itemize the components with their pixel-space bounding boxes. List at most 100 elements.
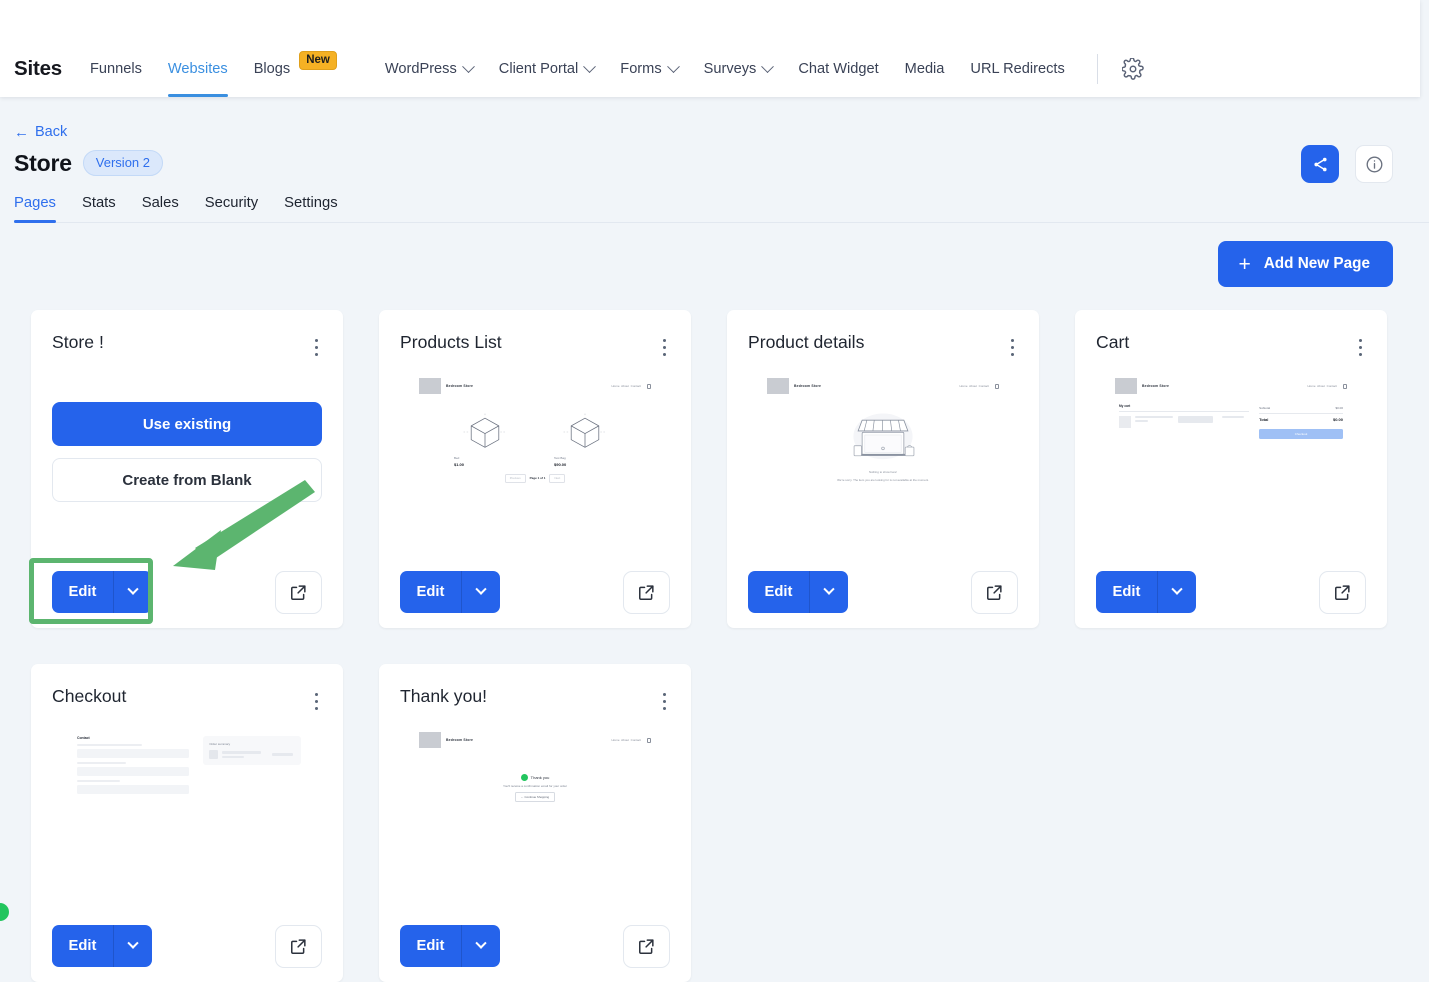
page-thumbnail[interactable]: Bedroom Store Home About Contact Thank y… [379, 726, 691, 906]
page-title: Store [14, 149, 72, 176]
nav-item-blogs[interactable]: Blogs New [254, 41, 337, 97]
thumb-cart: Bedroom Store Home About Contact My cart [1107, 372, 1355, 439]
thumb-empty-state: Nothing to show here! We're sorry. The i… [759, 408, 1007, 483]
edit-button-label: Edit [416, 938, 445, 954]
thumb-site-header: Bedroom Store Home About Contact [411, 372, 659, 394]
nav-item-surveys[interactable]: Surveys [704, 41, 775, 97]
edit-button[interactable]: Edit [748, 571, 809, 613]
kebab-menu-icon[interactable] [1007, 332, 1018, 363]
thumb-product-price: $1.00 [454, 461, 465, 467]
nav-item-forms[interactable]: Forms [620, 41, 680, 97]
edit-dropdown-toggle[interactable] [114, 571, 152, 613]
card-footer: Edit [31, 556, 343, 628]
tab-pages[interactable]: Pages [14, 195, 56, 223]
plus-icon: + [1238, 252, 1251, 276]
edit-dropdown-toggle[interactable] [462, 571, 500, 613]
edit-button[interactable]: Edit [52, 925, 113, 967]
open-page-button[interactable] [623, 570, 670, 614]
edit-button-label: Edit [1112, 584, 1141, 600]
card-header: Cart [1075, 310, 1387, 363]
open-page-button[interactable] [275, 924, 322, 968]
tab-stats[interactable]: Stats [82, 195, 116, 222]
chevron-down-icon [666, 59, 680, 73]
edit-dropdown-toggle[interactable] [1158, 571, 1196, 613]
create-from-blank-button[interactable]: Create from Blank [52, 458, 322, 502]
thumb-order-item-image [209, 750, 219, 759]
thumb-order-box: Order summary [203, 736, 301, 765]
nav-item-label: WordPress [384, 61, 457, 77]
thumb-summary-value: $0.00 [1335, 406, 1343, 410]
page-thumbnail[interactable]: Contact Order summary [31, 726, 343, 906]
new-badge: New [299, 50, 337, 70]
thumb-nav-links: Home About Contact [1307, 384, 1337, 388]
back-arrow-icon: ← [14, 123, 29, 141]
thumb-continue-shopping-button: ← Continue Shopping [514, 792, 556, 802]
tab-sales[interactable]: Sales [142, 195, 179, 222]
thumb-nav-links: Home About Contact [611, 738, 641, 742]
tab-security[interactable]: Security [205, 195, 258, 222]
thumb-thankyou-subtext: You'll receive a confirmation email for … [503, 784, 567, 788]
kebab-menu-icon[interactable] [311, 332, 322, 363]
nav-item-websites[interactable]: Websites [167, 41, 228, 97]
nav-item-label: Chat Widget [798, 61, 879, 77]
edit-dropdown-toggle[interactable] [462, 925, 500, 967]
page-card: Thank you! Bedroom Store Home About Cont… [379, 664, 691, 982]
page-thumbnail[interactable]: Bedroom Store Home About Contact Nothing… [727, 372, 1039, 552]
thumb-logo [767, 378, 789, 394]
share-icon[interactable] [1301, 145, 1339, 183]
thumb-product-name: Bed [454, 456, 460, 460]
thumb-cart-body: My cart Subtotal $0.00 Total $0.00 Check… [1107, 394, 1355, 439]
thumb-product-item: Test Bag $90.00 [554, 412, 616, 467]
nav-item-label: Media [904, 61, 945, 77]
edit-button[interactable]: Edit [400, 571, 461, 613]
edit-dropdown-toggle[interactable] [810, 571, 848, 613]
card-footer: Edit [379, 910, 691, 982]
page-thumbnail[interactable]: Bedroom Store Home About Contact My cart [1075, 372, 1387, 552]
open-page-button[interactable] [275, 570, 322, 614]
page-thumbnail[interactable]: Bedroom Store Home About Contact Bed $1.… [379, 372, 691, 552]
open-page-button[interactable] [623, 924, 670, 968]
gear-icon[interactable] [1120, 56, 1146, 82]
edit-button-group: Edit [400, 571, 500, 613]
product-box-icon [563, 413, 607, 448]
external-link-icon [987, 584, 1002, 600]
kebab-menu-icon[interactable] [659, 686, 670, 717]
edit-button[interactable]: Edit [52, 571, 113, 613]
back-link[interactable]: ← Back [14, 124, 67, 140]
nav-item-url-redirects[interactable]: URL Redirects [970, 41, 1064, 97]
thumb-summary-label: Subtotal [1259, 406, 1271, 410]
thumb-contact-label: Contact [77, 736, 90, 740]
card-header: Store ! [31, 310, 343, 363]
info-icon[interactable] [1355, 145, 1393, 183]
thumb-nav: Home About Contact [611, 383, 651, 389]
edit-button-group: Edit [52, 571, 152, 613]
kebab-menu-icon[interactable] [659, 332, 670, 363]
product-box-icon [463, 413, 507, 448]
edit-dropdown-toggle[interactable] [114, 925, 152, 967]
nav-item-client-portal[interactable]: Client Portal [499, 41, 597, 97]
top-navigation-bar: Sites Funnels Websites Blogs New WordPress Cl… [0, 0, 1420, 97]
add-new-page-button[interactable]: + Add New Page [1218, 241, 1393, 287]
edit-button[interactable]: Edit [400, 925, 461, 967]
nav-item-wordpress[interactable]: WordPress [384, 41, 475, 97]
header-actions [1301, 145, 1393, 183]
thumb-nav-links: Home About Contact [959, 384, 989, 388]
use-existing-button[interactable]: Use existing [52, 402, 322, 446]
thumb-site-header: Bedroom Store Home About Contact [1107, 372, 1355, 394]
card-title: Products List [400, 332, 502, 352]
edge-status-dot [0, 903, 9, 921]
kebab-menu-icon[interactable] [311, 686, 322, 717]
nav-item-label: Funnels [90, 61, 142, 77]
edit-button-label: Edit [416, 584, 445, 600]
title-row: Store Version 2 [14, 150, 1429, 177]
edit-button[interactable]: Edit [1096, 571, 1157, 613]
kebab-menu-icon[interactable] [1355, 332, 1366, 363]
nav-item-chat-widget[interactable]: Chat Widget [798, 41, 878, 97]
thumb-brand: Bedroom Store [446, 738, 474, 742]
nav-item-media[interactable]: Media [905, 41, 945, 97]
open-page-button[interactable] [1319, 570, 1366, 614]
open-page-button[interactable] [971, 570, 1018, 614]
tab-settings[interactable]: Settings [284, 195, 337, 222]
thumb-cart-item [1119, 415, 1249, 428]
nav-item-funnels[interactable]: Funnels [90, 41, 142, 97]
